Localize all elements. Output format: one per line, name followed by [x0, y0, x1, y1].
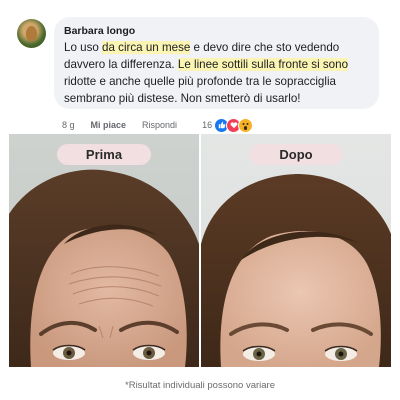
comment-author[interactable]: Barbara longo: [64, 24, 369, 38]
comment-time[interactable]: 8 g: [62, 120, 75, 130]
disclaimer-caption: *Risultat individuali possono variare: [125, 380, 275, 391]
after-face-image: [201, 174, 391, 367]
reply-button[interactable]: Rispondi: [142, 120, 177, 130]
reaction-count[interactable]: 16: [202, 120, 212, 130]
highlighted-text: da circa un mese: [102, 41, 191, 54]
comment-text-part: ridotte e anche quelle più profonde tra …: [64, 75, 336, 105]
comment-text-part: Lo uso: [64, 41, 103, 54]
avatar[interactable]: [17, 19, 46, 48]
after-label: Dopo: [249, 144, 343, 165]
before-label: Prima: [57, 144, 151, 165]
comment-actions: 8 g Mi piace Rispondi 16: [62, 117, 254, 133]
before-photo: Prima: [9, 134, 199, 367]
after-photo: Dopo: [201, 134, 391, 367]
comment-text: Lo uso da circa un mese e devo dire che …: [64, 39, 369, 107]
wow-icon[interactable]: [238, 117, 254, 133]
comment-bubble: Barbara longo Lo uso da circa un mese e …: [54, 17, 379, 109]
highlighted-text: Le linee sottili sulla fronte si sono: [177, 58, 349, 71]
like-button[interactable]: Mi piace: [91, 120, 127, 130]
before-face-image: [9, 169, 199, 367]
